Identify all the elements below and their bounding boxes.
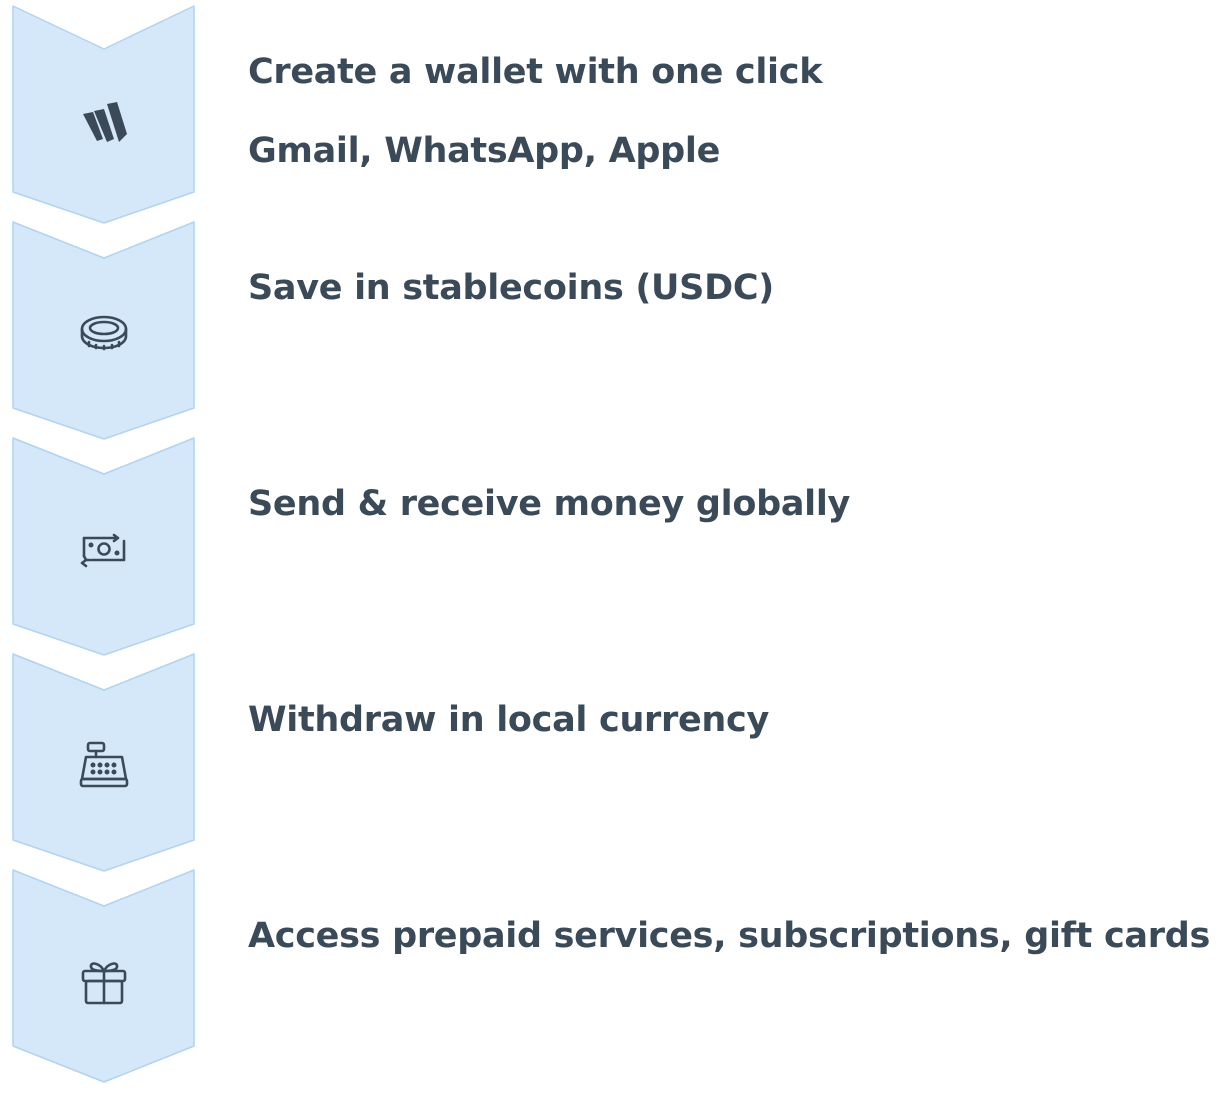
step-3: Send & receive money globally — [0, 437, 1220, 656]
step-5: Access prepaid services, subscriptions, … — [0, 869, 1220, 1086]
step-2: Save in stablecoins (USDC) — [0, 221, 1220, 440]
step-4: Withdraw in local currency — [0, 653, 1220, 872]
brand-logo-icon — [74, 94, 134, 154]
step-4-title: Withdraw in local currency — [248, 700, 769, 740]
step-5-title: Access prepaid services, subscriptions, … — [248, 916, 1210, 956]
money-transfer-icon — [74, 519, 134, 579]
coin-icon — [74, 303, 134, 363]
step-1-title: Create a wallet with one click — [248, 52, 823, 92]
step-1: Create a wallet with one click Gmail, Wh… — [0, 5, 1220, 224]
step-1-subtitle: Gmail, WhatsApp, Apple — [248, 131, 721, 171]
step-2-title: Save in stablecoins (USDC) — [248, 268, 774, 308]
cash-register-icon — [74, 735, 134, 795]
step-3-title: Send & receive money globally — [248, 484, 851, 524]
gift-icon — [74, 951, 134, 1011]
steps-flow: Create a wallet with one click Gmail, Wh… — [0, 0, 1220, 1085]
